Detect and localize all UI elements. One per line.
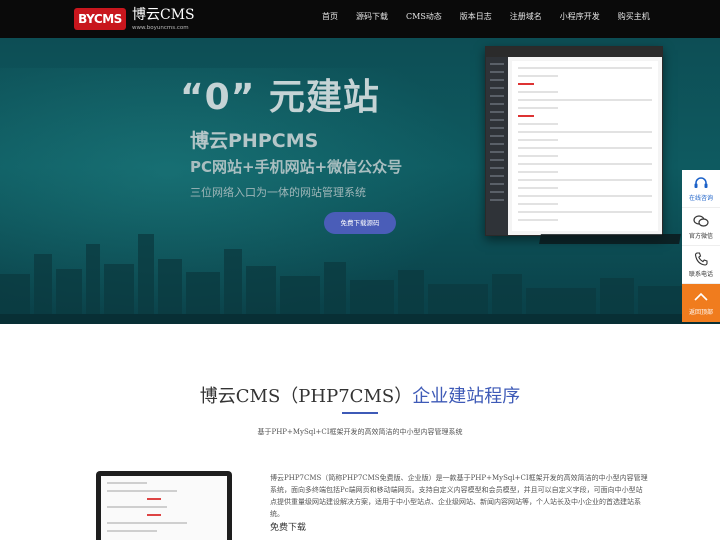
section-title-main: 博云CMS（PHP7CMS） (199, 386, 413, 407)
section-title: 博云CMS（PHP7CMS）企业建站程序 (0, 382, 720, 408)
nav-item-version-log[interactable]: 版本日志 (460, 0, 492, 38)
official-wechat-button[interactable]: 官方微信 (682, 208, 720, 246)
hero-brand: 博云PHPCMS (190, 130, 319, 152)
headset-icon (694, 177, 708, 188)
free-download-heading: 免费下载 (270, 523, 307, 533)
title-underline (342, 412, 378, 414)
nav-item-source-download[interactable]: 源码下载 (356, 0, 388, 38)
free-download-button[interactable]: 免费下载源码 (324, 212, 396, 234)
nav-item-cms-news[interactable]: CMS动态 (406, 0, 442, 38)
site-logo[interactable]: BYCMS 博云CMS www.boyuncms.com (74, 6, 204, 34)
online-consult-label: 在线咨询 (688, 195, 713, 202)
logo-url: www.boyuncms.com (132, 25, 189, 31)
keyboard-shadow (539, 234, 681, 244)
phone-icon (694, 252, 708, 266)
admin-screenshot-image (485, 46, 663, 236)
hero-tagline: PC网站+手机网站+微信公众号 (190, 158, 403, 176)
section-subtitle: 基于PHP+MySql+CI框架开发的高效简洁的中小型内容管理系统 (257, 428, 463, 436)
logo-name: 博云CMS (132, 7, 195, 23)
hero-banner: “0” 元建站 博云PHPCMS PC网站+手机网站+微信公众号 三位网络入口为… (0, 38, 720, 324)
product-description: 博云PHP7CMS（简称PHP7CMS免费版、企业版）是一款基于PHP+MySq… (270, 474, 648, 518)
nav-item-buy-host[interactable]: 购买主机 (618, 0, 650, 38)
floating-contact-panel: 在线咨询 官方微信 联系电话 返回顶部 (682, 170, 720, 322)
contact-phone-button[interactable]: 联系电话 (682, 246, 720, 284)
wechat-icon (693, 215, 709, 227)
section-title-accent: 企业建站程序 (412, 386, 521, 407)
official-wechat-label: 官方微信 (688, 233, 713, 240)
back-to-top-button[interactable]: 返回顶部 (682, 284, 720, 322)
logo-badge: BYCMS (74, 8, 126, 30)
arrow-up-icon (694, 292, 708, 301)
nav-item-home[interactable]: 首页 (322, 0, 338, 38)
hero-subtagline: 三位网络入口为一体的网站管理系统 (190, 186, 366, 199)
nav-item-register-domain[interactable]: 注册域名 (510, 0, 542, 38)
hero-headline: “0” 元建站 (180, 77, 380, 118)
back-to-top-label: 返回顶部 (688, 309, 713, 316)
contact-phone-label: 联系电话 (688, 271, 713, 278)
nav-item-mini-program[interactable]: 小程序开发 (560, 0, 600, 38)
online-consult-button[interactable]: 在线咨询 (682, 170, 720, 208)
top-header: BYCMS 博云CMS www.boyuncms.com 首页 源码下载 CMS… (0, 0, 720, 38)
main-nav: 首页 源码下载 CMS动态 版本日志 注册域名 小程序开发 购买主机 (322, 0, 668, 38)
laptop-screenshot-image (96, 471, 232, 540)
